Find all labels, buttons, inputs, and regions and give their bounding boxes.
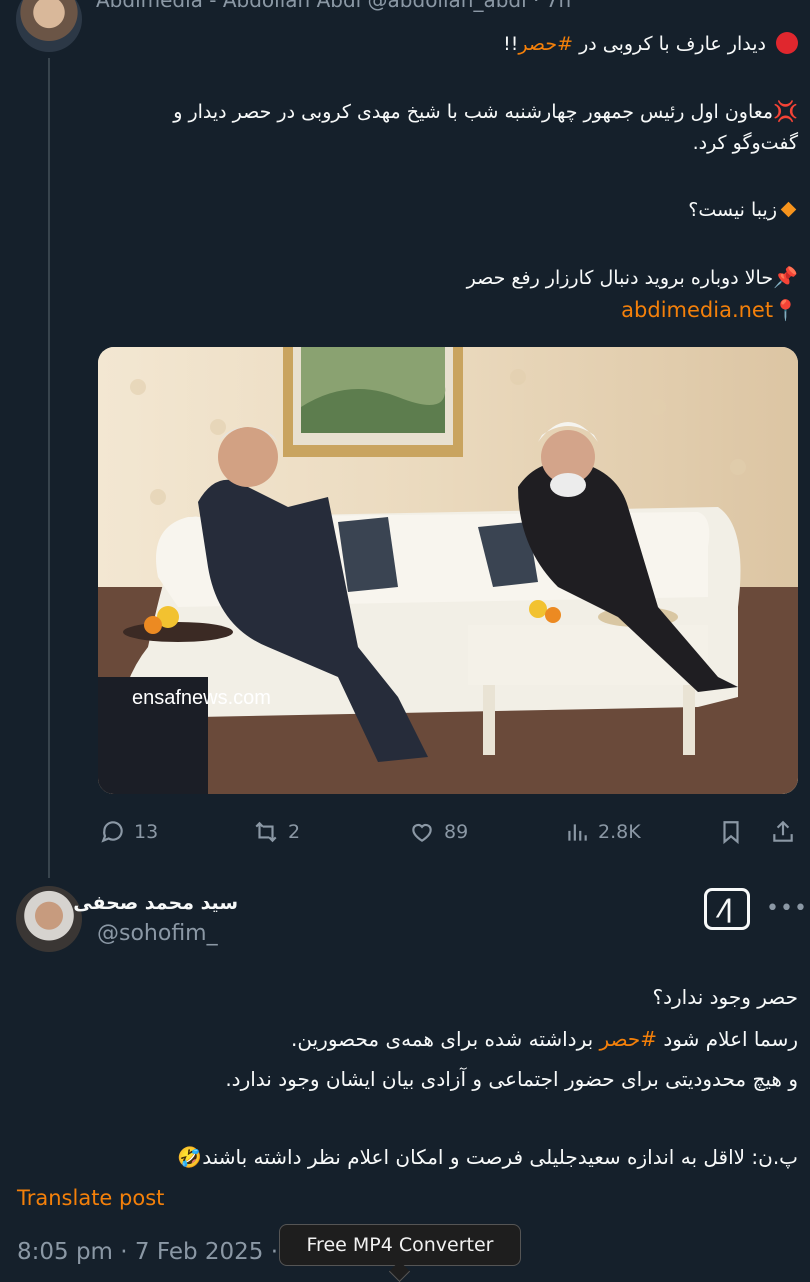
external-link[interactable]: abdimedia.net: [621, 298, 773, 322]
tweet-text-line-4: زیبا نیست؟: [688, 195, 798, 225]
views-button[interactable]: 2.8K: [564, 817, 641, 847]
tweet-header: Abdimedia - Abdollah Abdi @abdollah_abdi…: [96, 0, 572, 12]
watermark-text: ensafnews.com: [132, 687, 271, 709]
tooltip: Free MP4 Converter: [279, 1224, 521, 1266]
tweet-link-line: 📍abdimedia.net: [621, 295, 798, 326]
hashtag-link[interactable]: #حصر: [600, 1027, 658, 1051]
location-pin-icon: 📍: [773, 298, 798, 322]
avatar[interactable]: [16, 0, 82, 52]
views-icon: [568, 824, 587, 841]
rofl-emoji-icon: 🤣: [177, 1145, 203, 1169]
tweet-text-line-2: 💢معاون اول رئیس جمهور چهارشنبه شب با شیخ…: [173, 99, 798, 123]
user-handle[interactable]: @sohofim_: [97, 921, 218, 946]
red-circle-icon: [776, 32, 798, 54]
bookmark-icon: [723, 821, 739, 845]
tweet-photo[interactable]: ensafnews.com: [98, 347, 798, 794]
display-name[interactable]: سید محمد صحفی: [73, 892, 238, 914]
tweet-text-line-4: پ.ن: لااقل به اندازه سعیدجلیلی فرصت و ام…: [177, 1145, 798, 1169]
reply-button[interactable]: 13: [100, 817, 158, 847]
thread-connector: [48, 58, 50, 878]
hashtag-link[interactable]: #حصر: [518, 33, 573, 55]
diamond-icon: [780, 201, 797, 218]
grok-icon: ⁄|: [720, 895, 734, 923]
photo-illustration: ensafnews.com: [98, 347, 798, 794]
views-count: 2.8K: [598, 821, 641, 843]
like-button[interactable]: 89: [408, 817, 468, 847]
more-icon: •••: [766, 896, 808, 921]
translate-post-link[interactable]: Translate post: [17, 1186, 164, 1210]
share-button[interactable]: [770, 817, 796, 847]
more-options-button[interactable]: •••: [766, 896, 808, 921]
avatar[interactable]: [16, 886, 82, 952]
reply-icon: [101, 821, 123, 843]
heart-icon: [412, 823, 432, 842]
timestamp[interactable]: 8:05 pm · 7 Feb 2025 ·: [17, 1239, 278, 1265]
tweet-text-line-1: دیدار عارف با کروبی در #حصر!!: [503, 29, 798, 59]
reply-count: 13: [134, 821, 159, 843]
grok-button[interactable]: ⁄|: [704, 888, 750, 930]
like-count: 89: [444, 821, 469, 843]
bookmark-button[interactable]: [718, 817, 744, 847]
repost-count: 2: [288, 821, 301, 843]
tweet-text-line-2: رسما اعلام شود #حصر برداشته شده برای همه…: [291, 1027, 798, 1051]
repost-button[interactable]: 2: [252, 817, 300, 847]
anger-icon: 💢: [773, 99, 798, 123]
share-icon: [773, 820, 793, 842]
tweet-text-line-5: 📌حالا دوباره بروید دنبال کارزار رفع حصر: [466, 265, 798, 289]
tweet-text-line-1: حصر وجود ندارد؟: [652, 985, 798, 1009]
repost-icon: [255, 821, 277, 843]
tweet-text-line-3: گفت‌وگو کرد.: [692, 132, 798, 154]
pushpin-icon: 📌: [773, 265, 798, 289]
tweet-text-line-3: و هیچ محدودیتی برای حضور اجتماعی و آزادی…: [225, 1067, 798, 1091]
